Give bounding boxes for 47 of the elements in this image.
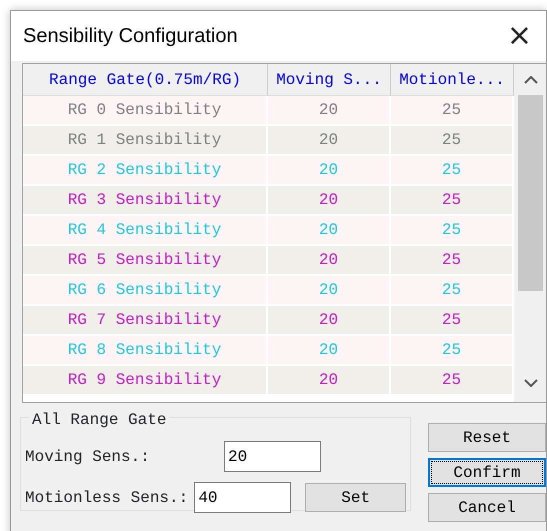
table-cell: RG 7 Sensibility — [23, 306, 268, 336]
scroll-up-icon[interactable] — [524, 76, 538, 84]
table-cell: 20 — [268, 246, 391, 276]
close-button[interactable]: × — [500, 21, 538, 51]
table-cell: RG 8 Sensibility — [23, 336, 268, 366]
column-header[interactable]: Moving S... — [268, 64, 391, 96]
table-cell: 25 — [391, 276, 514, 306]
dialog-button[interactable]: Reset — [428, 423, 546, 452]
table-cell: 25 — [391, 216, 514, 246]
table-cell: 20 — [268, 216, 391, 246]
window-title: Sensibility Configuration — [23, 24, 238, 49]
table-cell: 25 — [391, 306, 514, 336]
table-cell: RG 5 Sensibility — [23, 246, 268, 276]
column-header[interactable]: Motionle... — [391, 64, 514, 96]
input-field[interactable]: 40 — [194, 482, 292, 513]
scroll-down-icon[interactable] — [524, 379, 538, 387]
column-header[interactable]: Range Gate(0.75m/RG) — [23, 64, 268, 96]
table-cell: 25 — [391, 246, 514, 276]
table-cell: 20 — [268, 366, 391, 396]
table-cell: RG 1 Sensibility — [23, 126, 268, 156]
table-cell: 20 — [268, 336, 391, 366]
table-cell: RG 4 Sensibility — [23, 216, 268, 246]
dialog-button[interactable]: Confirm — [428, 458, 546, 487]
scrollbar[interactable] — [514, 64, 546, 402]
set-button[interactable]: Set — [305, 483, 406, 512]
table-cell: RG 6 Sensibility — [23, 276, 268, 306]
table-cell: 25 — [391, 336, 514, 366]
table-cell: 20 — [268, 306, 391, 336]
input-field[interactable]: 20 — [224, 441, 321, 472]
table-cell: RG 2 Sensibility — [23, 156, 268, 186]
field-label: Moving Sens.: — [25, 446, 151, 468]
table-cell: 25 — [391, 156, 514, 186]
table-cell: 25 — [391, 126, 514, 156]
table-cell: 20 — [268, 186, 391, 216]
table-cell: 25 — [391, 366, 514, 396]
table-cell: RG 3 Sensibility — [23, 186, 268, 216]
table-cell: 25 — [391, 186, 514, 216]
dialog-button[interactable]: Cancel — [428, 493, 546, 522]
table-cell: RG 9 Sensibility — [23, 366, 268, 396]
scroll-thumb[interactable] — [518, 95, 543, 291]
table-cell: 20 — [268, 126, 391, 156]
table-cell: 20 — [268, 276, 391, 306]
table-cell: 20 — [268, 156, 391, 186]
table-cell: 20 — [268, 96, 391, 126]
table-cell: 25 — [391, 96, 514, 126]
table-cell: RG 0 Sensibility — [23, 96, 268, 126]
field-label: Motionless Sens.: — [25, 488, 190, 508]
